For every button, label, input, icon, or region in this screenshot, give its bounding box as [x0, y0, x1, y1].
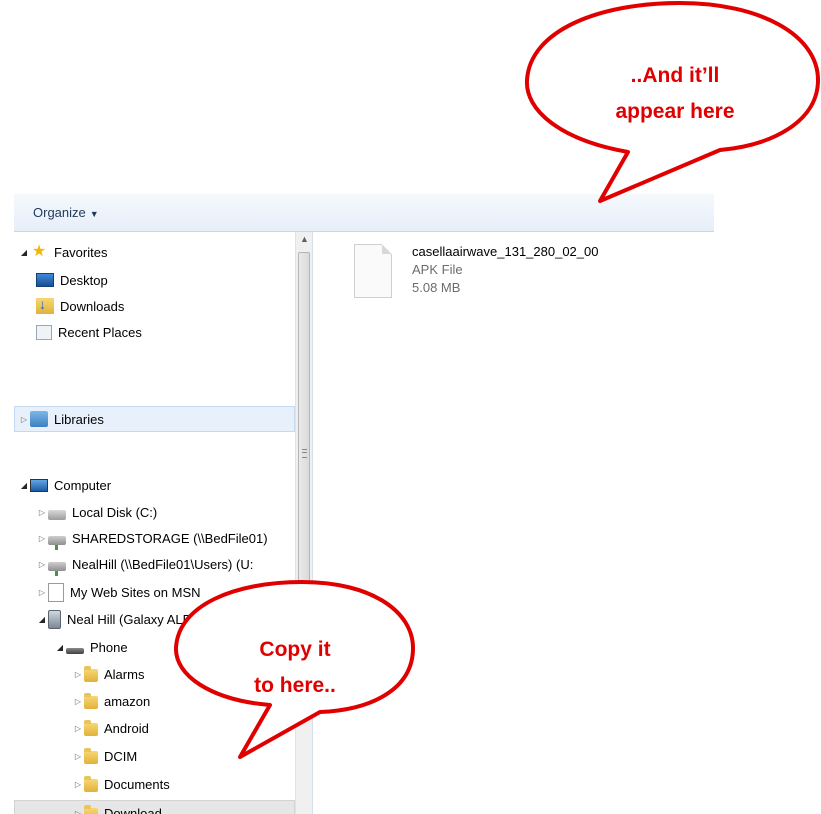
- callout-bottom-text: Copy it to here..: [215, 632, 375, 704]
- recent-places-icon: [36, 324, 52, 340]
- chevron-down-icon: ▼: [89, 209, 99, 219]
- nav-item-label: Android: [104, 720, 149, 736]
- folder-icon: [84, 775, 98, 792]
- nav-computer-label: Computer: [54, 477, 112, 493]
- nav-item-label: Desktop: [60, 272, 108, 288]
- nav-item-label: NealHill (\\BedFile01\Users) (U:: [72, 556, 254, 572]
- network-drive-icon: [48, 561, 66, 576]
- expand-arrow-icon[interactable]: ▷: [72, 724, 84, 733]
- nav-item-label: Phone: [90, 639, 128, 655]
- file-name: casellaairwave_131_280_02_00: [412, 244, 599, 259]
- nav-computer[interactable]: ◢ Computer: [18, 473, 111, 497]
- organize-menu-button[interactable]: Organize ▼: [33, 205, 99, 220]
- callout-top-line1: ..And it’ll: [630, 64, 720, 87]
- collapse-arrow-icon[interactable]: ◢: [18, 481, 30, 490]
- file-size: 5.08 MB: [412, 280, 461, 295]
- scroll-up-icon[interactable]: ▲: [300, 234, 309, 244]
- nav-folder-download[interactable]: ▷ Download: [72, 801, 162, 814]
- nav-item-sharedstorage[interactable]: ▷ SHAREDSTORAGE (\\BedFile01): [36, 526, 268, 550]
- expand-arrow-icon[interactable]: ▷: [36, 560, 48, 569]
- nav-folder-android[interactable]: ▷ Android: [72, 716, 149, 740]
- nav-libraries[interactable]: ▷ Libraries: [18, 407, 104, 431]
- file-type: APK File: [412, 262, 463, 277]
- computer-icon: [30, 478, 48, 492]
- expand-arrow-icon[interactable]: ▷: [72, 697, 84, 706]
- nav-item-label: Documents: [104, 776, 170, 792]
- explorer-window: Organize▼ ◢ ★ Favorites Desktop Download…: [14, 194, 714, 814]
- nav-item-nealhill-drive[interactable]: ▷ NealHill (\\BedFile01\Users) (U:: [36, 552, 253, 576]
- collapse-arrow-icon[interactable]: ◢: [36, 615, 48, 624]
- collapse-arrow-icon[interactable]: ◢: [18, 248, 30, 257]
- navigation-pane: ◢ ★ Favorites Desktop Downloads Recent P…: [14, 232, 295, 814]
- nav-item-label: Recent Places: [58, 324, 142, 340]
- web-folder-icon: [48, 582, 64, 602]
- nav-item-phone-storage[interactable]: ◢ Phone: [54, 635, 128, 659]
- file-list: casellaairwave_131_280_02_00 APK File 5.…: [313, 232, 714, 814]
- nav-item-desktop[interactable]: Desktop: [36, 268, 108, 292]
- folder-icon: [84, 804, 98, 814]
- nav-item-label: Downloads: [60, 298, 125, 314]
- desktop-icon: [36, 273, 54, 287]
- grip-icon: [302, 449, 307, 458]
- nav-item-label: Download: [104, 805, 162, 814]
- callout-bottom-line1: Copy it: [259, 638, 331, 661]
- scrollbar-thumb[interactable]: [298, 252, 310, 652]
- nav-folder-dcim[interactable]: ▷ DCIM: [72, 744, 137, 768]
- expand-arrow-icon[interactable]: ▷: [36, 588, 48, 597]
- organize-label: Organize: [33, 205, 86, 220]
- expand-arrow-icon[interactable]: ▷: [72, 780, 84, 789]
- nav-item-label: Alarms: [104, 666, 145, 682]
- folder-icon: [84, 719, 98, 736]
- expand-arrow-icon[interactable]: ▷: [72, 752, 84, 761]
- nav-favorites[interactable]: ◢ ★ Favorites: [18, 240, 108, 264]
- folder-icon: [84, 665, 98, 682]
- nav-item-label: DCIM: [104, 748, 138, 764]
- collapse-arrow-icon[interactable]: ◢: [54, 643, 66, 652]
- nav-libraries-label: Libraries: [54, 411, 104, 427]
- phone-device-icon: [48, 609, 61, 629]
- hard-disk-icon: [48, 510, 66, 520]
- nav-scrollbar[interactable]: ▲: [295, 232, 313, 814]
- file-icon: [354, 244, 392, 298]
- expand-arrow-icon[interactable]: ▷: [36, 534, 48, 543]
- nav-item-label: Local Disk (C:): [72, 504, 158, 520]
- nav-item-galaxy-device[interactable]: ◢ Neal Hill (Galaxy ALPHA): [36, 607, 214, 631]
- callout-bottom-line2: to here..: [254, 674, 336, 697]
- folder-icon: [84, 692, 98, 709]
- nav-folder-amazon[interactable]: ▷ amazon: [72, 689, 150, 713]
- network-drive-icon: [48, 535, 66, 550]
- expand-arrow-icon[interactable]: ▷: [72, 809, 84, 814]
- folder-icon: [84, 747, 98, 764]
- nav-item-label: SHAREDSTORAGE (\\BedFile01): [72, 530, 268, 546]
- nav-folder-alarms[interactable]: ▷ Alarms: [72, 662, 144, 686]
- callout-top-line2: appear here: [615, 100, 735, 123]
- callout-top-text: ..And it’ll appear here: [595, 58, 755, 130]
- nav-item-downloads[interactable]: Downloads: [36, 294, 124, 318]
- nav-item-label: My Web Sites on MSN: [70, 584, 201, 600]
- nav-item-recent-places[interactable]: Recent Places: [36, 320, 142, 344]
- downloads-icon: [36, 296, 54, 314]
- storage-drive-icon: [66, 648, 84, 654]
- command-bar: Organize ▼: [14, 194, 714, 232]
- star-icon: ★: [31, 243, 47, 260]
- nav-item-label: Neal Hill (Galaxy ALPHA): [67, 611, 214, 627]
- nav-folder-documents[interactable]: ▷ Documents: [72, 772, 170, 796]
- nav-favorites-label: Favorites: [54, 244, 108, 260]
- expand-arrow-icon[interactable]: ▷: [18, 415, 30, 424]
- nav-item-web-sites[interactable]: ▷ My Web Sites on MSN: [36, 580, 201, 604]
- libraries-icon: [30, 411, 48, 427]
- nav-item-local-disk[interactable]: ▷ Local Disk (C:): [36, 500, 157, 524]
- expand-arrow-icon[interactable]: ▷: [72, 670, 84, 679]
- nav-item-label: amazon: [104, 693, 151, 709]
- expand-arrow-icon[interactable]: ▷: [36, 508, 48, 517]
